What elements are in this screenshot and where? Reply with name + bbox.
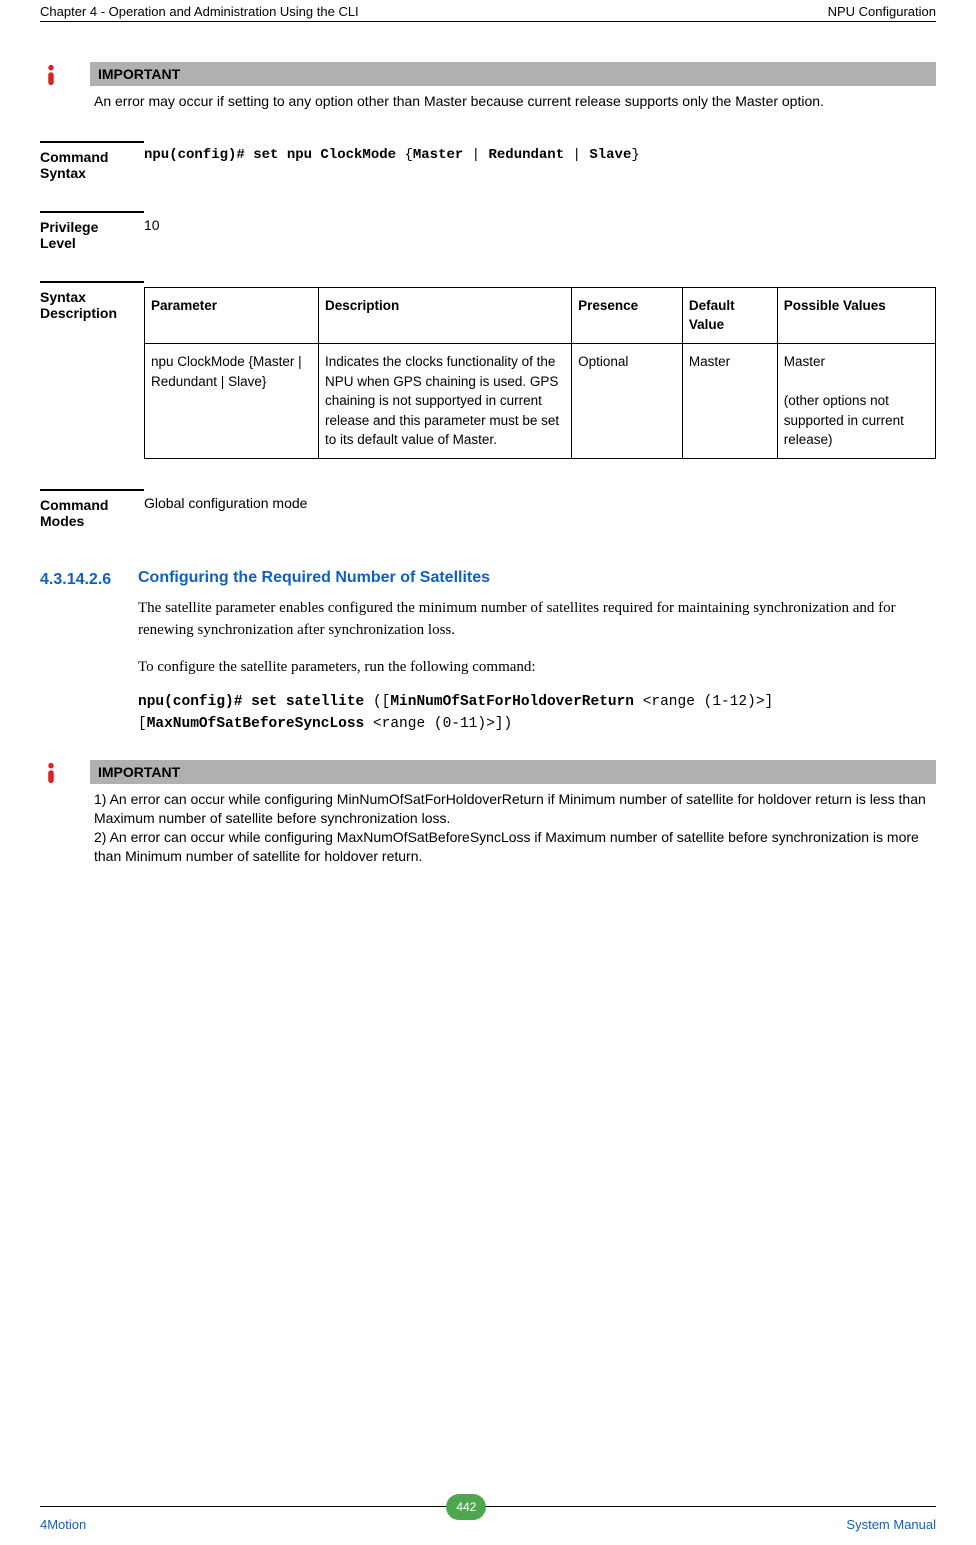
- th-possible: Possible Values: [777, 287, 935, 343]
- th-parameter: Parameter: [145, 287, 319, 343]
- command-syntax-row: Command Syntax npu(config)# set npu Cloc…: [40, 141, 936, 181]
- th-description: Description: [319, 287, 572, 343]
- info-icon: [40, 762, 70, 784]
- cmd-v1: Master: [413, 147, 463, 163]
- subsection-number: 4.3.14.2.6: [40, 569, 138, 750]
- td-description: Indicates the clocks functionality of th…: [319, 344, 572, 459]
- callout-text: An error may occur if setting to any opt…: [90, 92, 936, 111]
- command-syntax-label: Command Syntax: [40, 141, 144, 181]
- cmd-v3: Slave: [589, 147, 631, 163]
- page-footer: 4Motion 442 System Manual: [40, 1506, 936, 1533]
- privilege-level-value: 10: [144, 211, 936, 251]
- important-callout: IMPORTANT 1) An error can occur while co…: [40, 760, 936, 866]
- table-header-row: Parameter Description Presence Default V…: [145, 287, 936, 343]
- footer-left: 4Motion: [40, 1509, 86, 1532]
- td-parameter: npu ClockMode {Master | Redundant | Slav…: [145, 344, 319, 459]
- header-left: Chapter 4 - Operation and Administration…: [40, 4, 359, 19]
- syntax-description-row: Syntax Description Parameter Description…: [40, 281, 936, 459]
- info-icon: [40, 64, 70, 86]
- brace-open: {: [404, 147, 412, 163]
- cmd-prefix: npu(config)# set npu ClockMode: [144, 147, 404, 163]
- command-modes-label: Command Modes: [40, 489, 144, 529]
- command-modes-row: Command Modes Global configuration mode: [40, 489, 936, 529]
- subsection-title: Configuring the Required Number of Satel…: [138, 569, 936, 587]
- code-block: npu(config)# set satellite ([MinNumOfSat…: [138, 692, 936, 736]
- th-presence: Presence: [572, 287, 683, 343]
- paragraph: The satellite parameter enables configur…: [138, 597, 936, 642]
- privilege-level-label: Privilege Level: [40, 211, 144, 251]
- command-syntax-body: npu(config)# set npu ClockMode {Master |…: [144, 141, 936, 181]
- parameter-table: Parameter Description Presence Default V…: [144, 287, 936, 459]
- th-default: Default Value: [682, 287, 777, 343]
- paragraph: To configure the satellite parameters, r…: [138, 656, 936, 679]
- syntax-description-label: Syntax Description: [40, 281, 144, 459]
- important-callout: IMPORTANT An error may occur if setting …: [40, 62, 936, 111]
- callout-title: IMPORTANT: [90, 62, 936, 86]
- page-header: Chapter 4 - Operation and Administration…: [40, 0, 936, 22]
- callout-text: 1) An error can occur while configuring …: [90, 790, 936, 866]
- header-right: NPU Configuration: [828, 4, 936, 19]
- page-number-badge: 442: [446, 1494, 486, 1520]
- privilege-level-row: Privilege Level 10: [40, 211, 936, 251]
- footer-right: System Manual: [846, 1509, 936, 1532]
- td-default: Master: [682, 344, 777, 459]
- callout-title: IMPORTANT: [90, 760, 936, 784]
- table-row: npu ClockMode {Master | Redundant | Slav…: [145, 344, 936, 459]
- td-presence: Optional: [572, 344, 683, 459]
- cmd-v2: Redundant: [489, 147, 565, 163]
- command-modes-value: Global configuration mode: [144, 489, 936, 529]
- brace-close: }: [631, 147, 639, 163]
- subsection: 4.3.14.2.6 Configuring the Required Numb…: [40, 569, 936, 750]
- td-possible: Master (other options not supported in c…: [777, 344, 935, 459]
